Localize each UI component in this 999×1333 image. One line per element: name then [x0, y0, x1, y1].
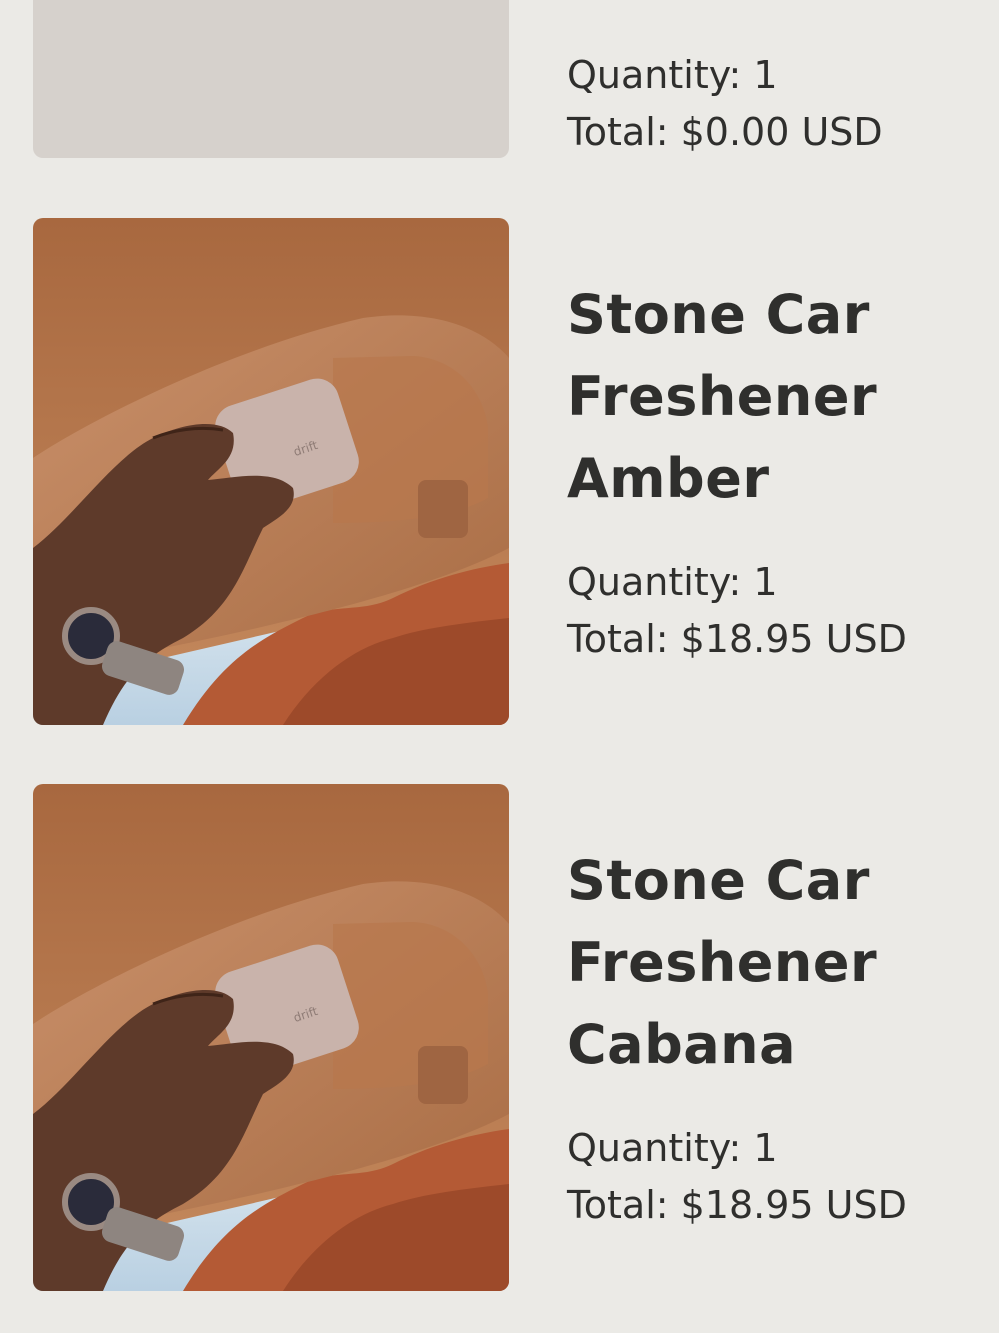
car-visor-photo: drift — [33, 218, 509, 725]
product-title-line[interactable]: Stone Car — [567, 274, 987, 356]
product-image-cabana[interactable]: drift — [33, 784, 509, 1291]
item-quantity: Quantity: 1 — [567, 560, 778, 604]
product-title-line[interactable]: Amber — [567, 438, 987, 520]
car-visor-photo: drift — [33, 784, 509, 1291]
cart-item-drift: drift Quantity: 1 Total: $0.00 USD — [0, 0, 999, 200]
item-quantity: Quantity: 1 — [567, 1126, 778, 1170]
product-title-line[interactable]: Freshener — [567, 922, 987, 1004]
product-title-line[interactable]: Cabana — [567, 1004, 987, 1086]
item-details: Stone Car Freshener Amber Quantity: 1 To… — [567, 274, 987, 668]
cart-item-cabana: drift Stone Car Freshener Cabana Quantit… — [0, 784, 999, 1294]
drift-logo: drift — [171, 0, 443, 14]
item-total: Total: $18.95 USD — [567, 617, 907, 661]
cart-item-amber: drift Stone Car Freshener Amber Quantity… — [0, 218, 999, 728]
item-details: Stone Car Freshener Cabana Quantity: 1 T… — [567, 840, 987, 1234]
item-total: Total: $18.95 USD — [567, 1183, 907, 1227]
item-total: Total: $0.00 USD — [567, 110, 883, 154]
item-quantity: Quantity: 1 — [567, 53, 778, 97]
item-details: Quantity: 1 Total: $0.00 USD — [567, 47, 987, 161]
product-title-line[interactable]: Freshener — [567, 356, 987, 438]
product-image-amber[interactable]: drift — [33, 218, 509, 725]
product-image-drift-logo[interactable]: drift — [33, 0, 509, 158]
product-title-line[interactable]: Stone Car — [567, 840, 987, 922]
